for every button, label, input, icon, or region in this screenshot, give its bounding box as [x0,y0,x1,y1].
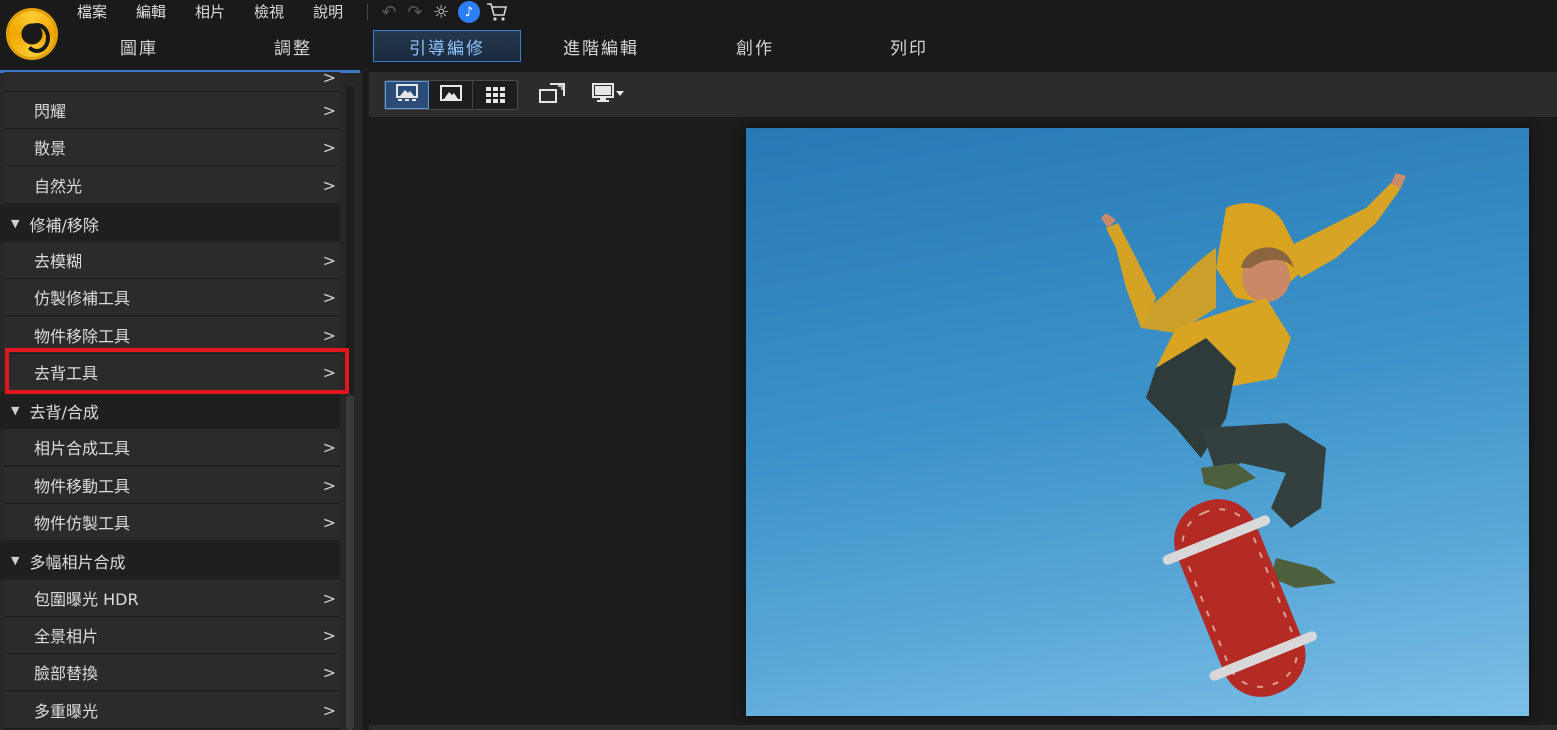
menu-edit[interactable]: 編輯 [121,0,180,24]
item-label: 物件仿製工具 [34,514,131,533]
compare-view-button[interactable] [429,81,473,109]
grid-view-icon [485,87,505,103]
tab-create[interactable]: 創作 [678,30,832,62]
menu-separator [367,3,369,21]
chevron-right-icon: > [322,101,336,120]
photo-canvas[interactable] [369,119,1557,725]
list-item-object-clone[interactable]: 物件仿製工具 > [4,504,340,541]
list-item-face-swap[interactable]: 臉部替換 > [4,654,340,691]
list-item-sparkle[interactable]: 閃耀 > [4,92,340,129]
list-item-photo-composite[interactable]: 相片合成工具 > [4,429,340,466]
top-bar: 檔案 編輯 相片 檢視 說明 ↶ ↷ ☼ ♪ 圖庫 調整 引導編修 進階編輯 創… [0,0,1557,66]
menu-photo[interactable]: 相片 [180,0,239,24]
chevron-right-icon: > [322,626,336,645]
item-label: 包圍曝光 HDR [34,590,139,609]
chevron-right-icon: > [322,513,336,532]
tab-adjust[interactable]: 調整 [216,30,370,62]
item-label: 物件移動工具 [34,477,131,496]
item-label: 多重曝光 [34,702,99,721]
expand-triangle-icon: ▼ [11,217,20,230]
notification-icon[interactable]: ♪ [458,1,481,23]
expand-triangle-icon: ▼ [11,554,20,567]
chevron-right-icon: > [322,663,336,682]
display-dropdown-button[interactable] [591,81,627,109]
tab-guided[interactable]: 引導編修 [373,30,521,62]
module-tabs: 圖庫 調整 引導編修 進階編輯 創作 列印 [62,30,986,64]
item-label: 去模糊 [34,252,83,271]
list-item-partial: > [4,70,340,92]
tab-library[interactable]: 圖庫 [62,30,216,62]
undo-icon[interactable]: ↶ [376,0,402,24]
settings-icon[interactable]: ☼ [428,0,454,24]
item-label: 全景相片 [34,627,99,646]
skateboarder-photo[interactable] [746,128,1529,716]
chevron-right-icon: > [322,138,336,157]
group-label: 修補/移除 [29,215,99,235]
menu-file[interactable]: 檔案 [62,0,121,24]
item-label: 仿製修補工具 [34,289,131,308]
photo-content [1101,173,1406,697]
list-item-multi-exposure[interactable]: 多重曝光 > [4,692,340,729]
viewer-panel [369,72,1557,730]
guided-sidebar: > 閃耀 > 散景 > 自然光 > ▼ 修補/移除 去模糊 > 仿製修補工具 > 物件移除工… [0,70,362,730]
item-label: 閃耀 [34,102,67,121]
viewer-bottom-bar [369,725,1557,730]
item-label: 自然光 [34,177,83,196]
highlight-box [5,348,349,394]
redo-icon[interactable]: ↷ [402,0,428,24]
sidebar-scrollbar-thumb[interactable] [346,395,354,730]
item-label: 相片合成工具 [34,439,131,458]
group-label: 去背/合成 [29,402,99,422]
viewer-toolbar [369,72,1557,118]
item-label: 物件移除工具 [34,327,131,346]
group-label: 多幅相片合成 [29,552,126,572]
chevron-right-icon: > [322,251,336,270]
grid-view-button[interactable] [473,81,517,109]
list-item-clone-tool[interactable]: 仿製修補工具 > [4,279,340,316]
chevron-right-icon: > [322,476,336,495]
group-multi-photo[interactable]: ▼ 多幅相片合成 [0,542,340,579]
fit-screen-icon [538,82,566,109]
expand-triangle-icon: ▼ [11,404,20,417]
chevron-right-icon: > [322,589,336,608]
single-view-icon [396,84,418,106]
compare-view-icon [439,85,462,105]
view-mode-group [384,80,518,110]
group-repair-remove[interactable]: ▼ 修補/移除 [0,205,340,242]
chevron-right-icon: > [322,326,336,345]
chevron-right-icon: > [322,70,336,87]
list-item-object-move[interactable]: 物件移動工具 > [4,467,340,504]
tab-print[interactable]: 列印 [832,30,986,62]
cart-icon[interactable] [484,0,510,24]
list-item-natural-light[interactable]: 自然光 > [4,167,340,204]
list-item-panorama[interactable]: 全景相片 > [4,617,340,654]
tab-advanced[interactable]: 進階編輯 [524,30,678,62]
chevron-right-icon: > [322,438,336,457]
display-monitor-icon [592,82,626,109]
chevron-right-icon: > [322,288,336,307]
item-label: 散景 [34,139,67,158]
list-item-deblur[interactable]: 去模糊 > [4,242,340,279]
list-item-hdr[interactable]: 包圍曝光 HDR > [4,580,340,617]
chevron-right-icon: > [322,176,336,195]
list-item-bokeh[interactable]: 散景 > [4,129,340,166]
single-view-button[interactable] [385,81,429,109]
menu-view[interactable]: 檢視 [239,0,298,24]
menu-bar: 檔案 編輯 相片 檢視 說明 ↶ ↷ ☼ ♪ [62,0,510,24]
group-cutout-composite[interactable]: ▼ 去背/合成 [0,392,340,429]
item-label: 臉部替換 [34,664,99,683]
fit-screen-button[interactable] [537,81,567,109]
menu-help[interactable]: 說明 [298,0,357,24]
app-logo-icon[interactable] [6,8,58,60]
chevron-right-icon: > [322,701,336,720]
